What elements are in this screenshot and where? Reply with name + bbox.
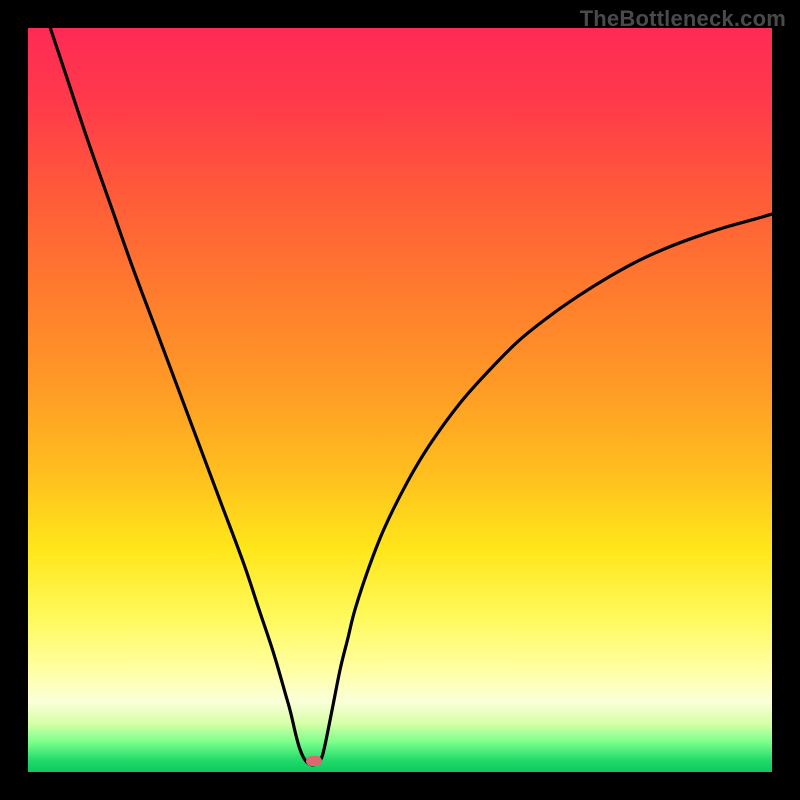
chart-container: TheBottleneck.com — [0, 0, 800, 800]
bottleneck-curve — [28, 28, 772, 772]
optimum-marker-icon — [306, 756, 322, 766]
watermark-text: TheBottleneck.com — [580, 6, 786, 32]
plot-area — [28, 28, 772, 772]
